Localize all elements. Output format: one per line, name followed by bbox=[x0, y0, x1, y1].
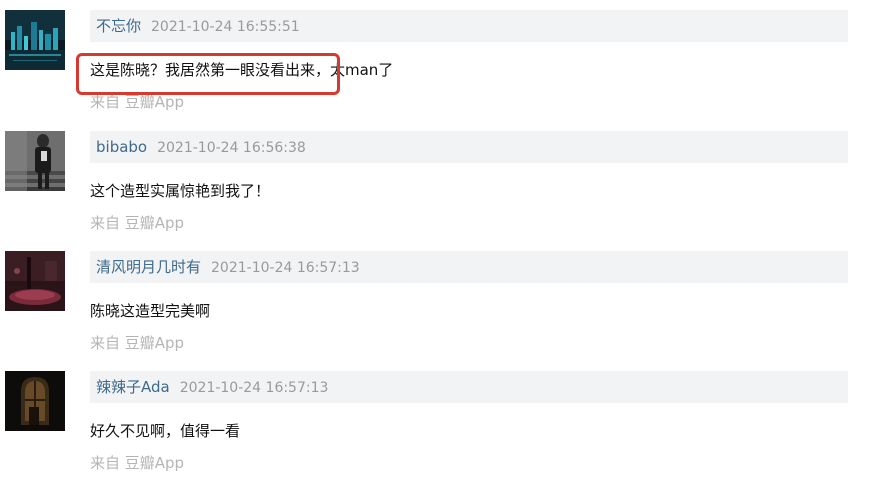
comment-timestamp: 2021-10-24 16:56:38 bbox=[157, 140, 306, 156]
comment-source: 来自 豆瓣App bbox=[90, 93, 185, 111]
comment-header: 辣辣子Ada 2021-10-24 16:57:13 bbox=[90, 371, 848, 403]
comment-text: 这个造型实属惊艳到我了！ bbox=[90, 182, 271, 200]
comment-header: 不忘你 2021-10-24 16:55:51 bbox=[90, 10, 848, 42]
dark-red-scene-avatar-icon bbox=[5, 251, 65, 311]
comment-timestamp: 2021-10-24 16:57:13 bbox=[211, 260, 360, 276]
comment-item: 辣辣子Ada 2021-10-24 16:57:13 好久不见啊，值得一看 来自 … bbox=[0, 371, 870, 477]
comment-text: 这是陈晓？我居然第一眼没看出来，太man了 bbox=[90, 61, 394, 79]
comment-source: 来自 豆瓣App bbox=[90, 334, 185, 352]
dark-window-avatar-icon bbox=[5, 371, 65, 431]
author-name[interactable]: 清风明月几时有 bbox=[96, 258, 201, 276]
city-night-avatar-icon bbox=[5, 10, 65, 70]
comment-header: 清风明月几时有 2021-10-24 16:57:13 bbox=[90, 251, 848, 283]
author-name[interactable]: bibabo bbox=[96, 138, 147, 156]
comment-source: 来自 豆瓣App bbox=[90, 214, 185, 232]
author-name[interactable]: 不忘你 bbox=[96, 17, 141, 35]
comment-feed: 不忘你 2021-10-24 16:55:51 这是陈晓？我居然第一眼没看出来，太… bbox=[0, 0, 870, 477]
comment-timestamp: 2021-10-24 16:57:13 bbox=[179, 380, 329, 396]
author-name[interactable]: 辣辣子Ada bbox=[96, 378, 170, 396]
person-stairs-avatar-icon bbox=[5, 131, 65, 191]
comment-item: bibabo 2021-10-24 16:56:38 这个造型实属惊艳到我了！ 来… bbox=[0, 131, 870, 241]
comment-text: 好久不见啊，值得一看 bbox=[90, 422, 241, 440]
avatar[interactable] bbox=[5, 251, 65, 311]
comment-source: 来自 豆瓣App bbox=[90, 454, 185, 472]
avatar[interactable] bbox=[5, 131, 65, 191]
comment-text: 陈晓这造型完美啊 bbox=[90, 302, 211, 320]
avatar[interactable] bbox=[5, 371, 65, 431]
comment-header: bibabo 2021-10-24 16:56:38 bbox=[90, 131, 848, 163]
comment-item: 不忘你 2021-10-24 16:55:51 这是陈晓？我居然第一眼没看出来，太… bbox=[0, 10, 870, 120]
comment-timestamp: 2021-10-24 16:55:51 bbox=[151, 19, 300, 35]
comment-item: 清风明月几时有 2021-10-24 16:57:13 陈晓这造型完美啊 来自 豆… bbox=[0, 251, 870, 361]
avatar[interactable] bbox=[5, 10, 65, 70]
